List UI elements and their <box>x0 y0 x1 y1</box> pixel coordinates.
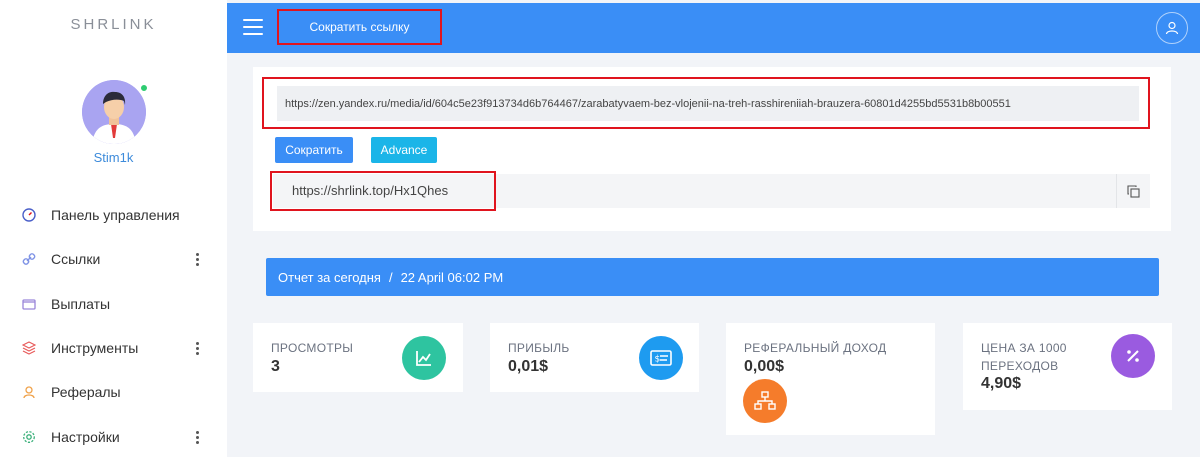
stat-value: 0,01$ <box>508 358 549 375</box>
short-url-result: https://shrlink.top/Hx1Qhes <box>270 171 1150 211</box>
stat-value: 4,90$ <box>981 375 1022 392</box>
avatar-container <box>82 80 148 144</box>
sidebar-item-label: Ссылки <box>51 251 101 267</box>
layers-icon <box>21 340 37 356</box>
report-separator: / <box>388 269 393 285</box>
more-vertical-icon[interactable] <box>190 427 204 447</box>
stat-value: 0,00$ <box>744 358 785 375</box>
menu-hamburger-icon[interactable] <box>243 17 263 37</box>
sidebar-item-label: Настройки <box>51 429 120 445</box>
stat-title: ПРОСМОТРЫ <box>271 341 354 355</box>
long-url-input[interactable] <box>277 86 1139 121</box>
username-link[interactable]: Stim1k <box>0 150 227 165</box>
shorten-card: Сократить Advance https://shrlink.top/Hx… <box>253 67 1171 231</box>
user-profile-button[interactable] <box>1156 12 1188 44</box>
copy-button[interactable] <box>1116 174 1150 208</box>
stat-card-profit: ПРИБЫЛЬ 0,01$ $ <box>490 323 699 392</box>
sidebar-item-label: Рефералы <box>51 384 121 400</box>
dashboard-icon <box>21 207 37 223</box>
sidebar-item-label: Выплаты <box>51 296 111 312</box>
stat-title: РЕФЕРАЛЬНЫЙ ДОХОД <box>744 341 887 355</box>
stat-card-views: ПРОСМОТРЫ 3 <box>253 323 463 392</box>
brand-logo[interactable]: SHRLINK <box>0 16 227 33</box>
shorten-link-nav-button[interactable]: Сократить ссылку <box>277 9 442 45</box>
sidebar-item-dashboard[interactable]: Панель управления <box>0 201 227 229</box>
more-vertical-icon[interactable] <box>190 249 204 269</box>
short-url-text[interactable]: https://shrlink.top/Hx1Qhes <box>292 183 448 198</box>
svg-text:$: $ <box>655 355 661 365</box>
wallet-icon <box>21 296 37 312</box>
sidebar: SHRLINK Stim1k Панель управления Ссылки <box>0 0 227 457</box>
report-header: Отчет за сегодня / 22 April 06:02 PM <box>266 258 1159 296</box>
stat-value: 3 <box>271 358 280 375</box>
sidebar-item-referrals[interactable]: Рефералы <box>0 378 227 406</box>
advance-button[interactable]: Advance <box>371 137 437 163</box>
report-title: Отчет за сегодня <box>278 269 381 285</box>
shorten-button[interactable]: Сократить <box>275 137 353 163</box>
referrals-icon <box>21 384 37 400</box>
stat-title: ПРИБЫЛЬ <box>508 341 570 355</box>
topbar: Сократить ссылку <box>227 3 1200 53</box>
percent-icon <box>1111 334 1155 378</box>
link-icon <box>21 251 37 267</box>
online-status-dot <box>140 84 148 92</box>
sidebar-item-links[interactable]: Ссылки <box>0 245 227 273</box>
sidebar-item-settings[interactable]: Настройки <box>0 423 227 451</box>
gear-icon <box>21 429 37 445</box>
report-date: 22 April 06:02 PM <box>400 269 504 285</box>
copy-icon <box>1127 184 1140 198</box>
more-vertical-icon[interactable] <box>190 338 204 358</box>
user-icon <box>1165 21 1179 35</box>
avatar-illustration <box>82 80 146 144</box>
sidebar-item-label: Инструменты <box>51 340 139 356</box>
network-icon <box>743 379 787 423</box>
sidebar-item-tools[interactable]: Инструменты <box>0 334 227 362</box>
sidebar-item-label: Панель управления <box>51 207 180 223</box>
avatar[interactable] <box>82 80 146 144</box>
sidebar-item-payouts[interactable]: Выплаты <box>0 290 227 318</box>
chart-icon <box>402 336 446 380</box>
stat-card-referral-income: РЕФЕРАЛЬНЫЙ ДОХОД 0,00$ <box>726 323 935 435</box>
url-input-highlight <box>262 77 1150 129</box>
stat-card-cpm: ЦЕНА ЗА 1000 ПЕРЕХОДОВ 4,90$ <box>963 323 1172 410</box>
money-icon: $ <box>639 336 683 380</box>
stat-title: ЦЕНА ЗА 1000 ПЕРЕХОДОВ <box>981 341 1067 373</box>
